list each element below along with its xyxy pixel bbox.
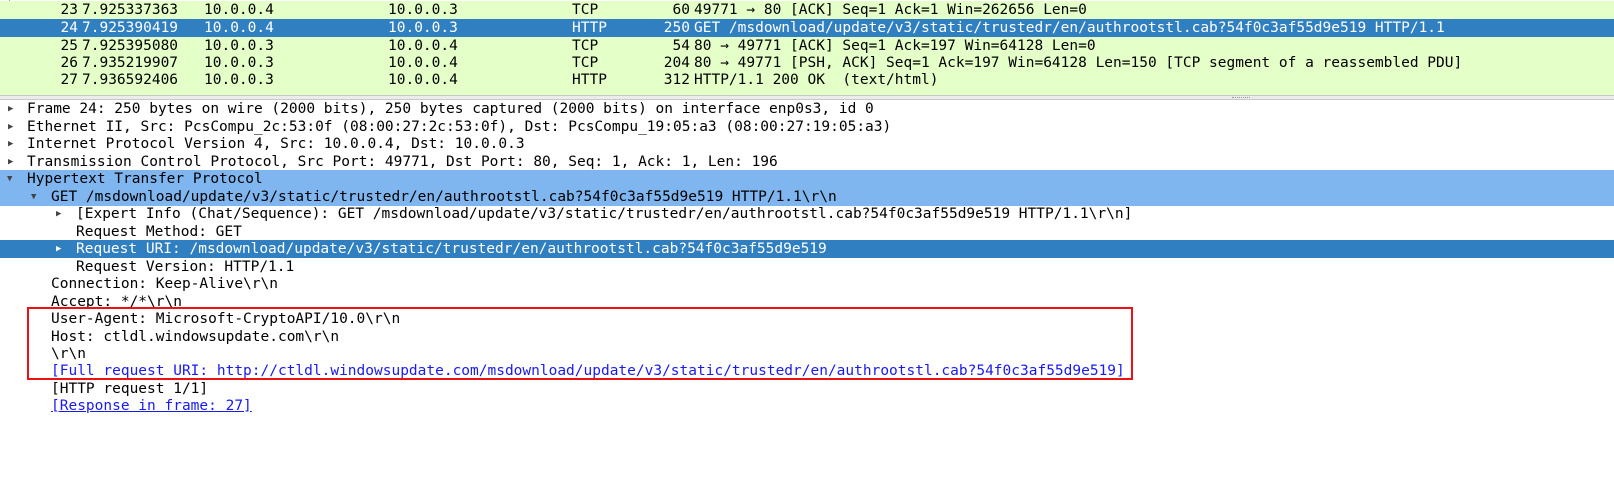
expand-arrow-icon[interactable]: ▶ — [8, 153, 20, 171]
packet-time: 7.935219907 — [82, 55, 179, 71]
tree-item-get-line[interactable]: ▼ GET /msdownload/update/v3/static/trust… — [0, 188, 1614, 206]
response-arrow-icon — [2, 71, 55, 95]
tree-item-label: Request URI: /msdownload/update/v3/stati… — [76, 241, 827, 257]
collapse-arrow-icon[interactable]: ▼ — [7, 170, 19, 188]
packet-time: 7.936592406 — [82, 72, 179, 88]
packet-protocol: HTTP — [572, 72, 607, 88]
expand-arrow-icon[interactable]: ▶ — [56, 205, 68, 223]
packet-list: 23 7.925337363 10.0.0.4 10.0.0.3 TCP 60 … — [0, 0, 1614, 95]
packet-source: 10.0.0.3 — [204, 72, 274, 88]
packet-row-selected[interactable]: 24 7.925390419 10.0.0.4 10.0.0.3 HTTP 25… — [0, 19, 1614, 55]
request-arrow-icon — [2, 19, 64, 55]
packet-info: 80 → 49771 [PSH, ACK] Seq=1 Ack=197 Win=… — [694, 55, 1463, 71]
tree-item-ethernet[interactable]: ▶ Ethernet II, Src: PcsCompu_2c:53:0f (0… — [0, 118, 1614, 136]
packet-source: 10.0.0.3 — [204, 55, 274, 71]
packet-row[interactable]: 25 7.925395080 10.0.0.3 10.0.0.4 TCP 54 … — [0, 37, 1614, 55]
packet-info: HTTP/1.1 200 OK (text/html) — [694, 72, 939, 88]
tree-item-label: Ethernet II, Src: PcsCompu_2c:53:0f (08:… — [27, 119, 892, 135]
packet-time: 7.925390419 — [82, 20, 179, 36]
packet-protocol: HTTP — [572, 20, 607, 36]
packet-protocol: TCP — [572, 2, 599, 18]
packet-number: 26 — [60, 55, 78, 71]
packet-source: 10.0.0.4 — [204, 2, 274, 18]
tree-item-response-in-frame[interactable]: [Response in frame: 27] — [0, 397, 1614, 415]
tree-item-request-version[interactable]: Request Version: HTTP/1.1 — [0, 258, 1614, 276]
tree-item-label: Request Method: GET — [76, 224, 242, 240]
packet-row[interactable]: 27 7.936592406 10.0.0.3 10.0.0.4 HTTP 31… — [0, 71, 1614, 95]
response-frame-link[interactable]: [Response in frame: 27] — [51, 397, 252, 415]
packet-time: 7.925337363 — [82, 2, 179, 18]
packet-number: 23 — [60, 2, 78, 18]
packet-details-tree: ▶ Frame 24: 250 bytes on wire (2000 bits… — [0, 100, 1614, 488]
packet-info: 80 → 49771 [ACK] Seq=1 Ack=197 Win=64128… — [694, 38, 1096, 54]
packet-source: 10.0.0.4 — [204, 20, 274, 36]
packet-number: 27 — [60, 72, 78, 88]
tree-item-http-request[interactable]: [HTTP request 1/1] — [0, 380, 1614, 398]
tree-item-expert-info[interactable]: ▶ [Expert Info (Chat/Sequence): GET /msd… — [0, 205, 1614, 223]
tree-item-label: Hypertext Transfer Protocol — [27, 171, 263, 187]
tree-item-request-method[interactable]: Request Method: GET — [0, 223, 1614, 241]
tree-item-label: Internet Protocol Version 4, Src: 10.0.0… — [27, 136, 525, 152]
packet-length: 312 — [663, 72, 690, 88]
packet-protocol: TCP — [572, 55, 599, 71]
collapse-arrow-icon[interactable]: ▼ — [31, 188, 43, 206]
packet-row[interactable]: 26 7.935219907 10.0.0.3 10.0.0.4 TCP 204… — [0, 54, 1614, 72]
packet-length: 250 — [663, 20, 690, 36]
tree-item-label: Request Version: HTTP/1.1 — [76, 259, 295, 275]
expand-arrow-icon[interactable]: ▶ — [8, 100, 20, 118]
packet-destination: 10.0.0.3 — [388, 2, 458, 18]
packet-destination: 10.0.0.3 — [388, 20, 458, 36]
packet-length: 60 — [672, 2, 690, 18]
packet-protocol: TCP — [572, 38, 599, 54]
packet-info: GET /msdownload/update/v3/static/trusted… — [694, 20, 1445, 36]
tree-item-label: Connection: Keep-Alive\r\n — [51, 276, 278, 292]
highlight-annotation-box — [27, 307, 1133, 380]
tree-item-label: [HTTP request 1/1] — [51, 381, 209, 397]
packet-number: 25 — [60, 38, 78, 54]
tree-item-tcp[interactable]: ▶ Transmission Control Protocol, Src Por… — [0, 153, 1614, 171]
packet-time: 7.925395080 — [82, 38, 179, 54]
packet-destination: 10.0.0.4 — [388, 38, 458, 54]
tree-item-ip[interactable]: ▶ Internet Protocol Version 4, Src: 10.0… — [0, 135, 1614, 153]
tree-item-connection[interactable]: Connection: Keep-Alive\r\n — [0, 275, 1614, 293]
packet-row[interactable]: 23 7.925337363 10.0.0.4 10.0.0.3 TCP 60 … — [0, 1, 1614, 19]
packet-length: 204 — [663, 55, 690, 71]
packet-source: 10.0.0.3 — [204, 38, 274, 54]
packet-info: 49771 → 80 [ACK] Seq=1 Ack=1 Win=262656 … — [694, 2, 1087, 18]
tree-item-label: Frame 24: 250 bytes on wire (2000 bits),… — [27, 101, 874, 117]
tree-item-label: Transmission Control Protocol, Src Port:… — [27, 154, 778, 170]
tree-item-frame[interactable]: ▶ Frame 24: 250 bytes on wire (2000 bits… — [0, 100, 1614, 118]
expand-arrow-icon[interactable]: ▶ — [8, 118, 20, 136]
tree-item-label: GET /msdownload/update/v3/static/trusted… — [51, 189, 837, 205]
packet-destination: 10.0.0.4 — [388, 55, 458, 71]
tree-item-http[interactable]: ▼ Hypertext Transfer Protocol — [0, 170, 1614, 188]
packet-destination: 10.0.0.4 — [388, 72, 458, 88]
tree-item-request-uri[interactable]: ▶ Request URI: /msdownload/update/v3/sta… — [0, 240, 1614, 258]
tree-item-label: [Expert Info (Chat/Sequence): GET /msdow… — [76, 206, 1133, 222]
expand-arrow-icon[interactable]: ▶ — [8, 135, 20, 153]
expand-arrow-icon[interactable]: ▶ — [56, 240, 68, 258]
packet-number: 24 — [60, 20, 78, 36]
packet-length: 54 — [672, 38, 690, 54]
